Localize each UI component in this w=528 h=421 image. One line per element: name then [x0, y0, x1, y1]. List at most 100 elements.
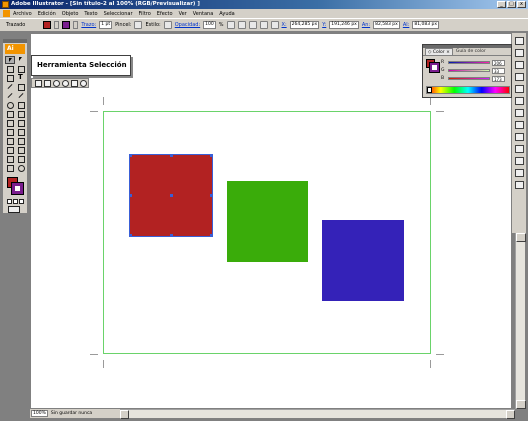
- gradient-mode-button[interactable]: [13, 199, 18, 204]
- fill-color-swatch[interactable]: [43, 21, 52, 29]
- x-input[interactable]: 264,285 px: [289, 21, 320, 29]
- color-spectrum[interactable]: [426, 86, 510, 94]
- menu-efecto[interactable]: Efecto: [157, 11, 173, 17]
- layers-panel-icon[interactable]: [514, 145, 524, 153]
- tools-panel-header[interactable]: [3, 39, 27, 43]
- pen-tool[interactable]: [5, 74, 15, 82]
- scale-tool[interactable]: [16, 101, 26, 109]
- selection-handle[interactable]: [129, 234, 132, 237]
- color-panel-icon[interactable]: [514, 37, 524, 45]
- live-paint-selection-tool[interactable]: [16, 146, 26, 154]
- selection-handle[interactable]: [129, 194, 132, 197]
- minimize-button[interactable]: _: [497, 1, 506, 8]
- green-value-input[interactable]: 33: [492, 67, 505, 74]
- fill-dropdown[interactable]: [54, 21, 60, 29]
- magic-wand-tool[interactable]: [5, 65, 15, 73]
- transparency-panel-icon[interactable]: [514, 121, 524, 129]
- slice-tool[interactable]: [16, 155, 26, 163]
- pathfinder-panel-icon[interactable]: [514, 181, 524, 189]
- blue-square[interactable]: [322, 220, 404, 301]
- selection-handle[interactable]: [170, 234, 173, 237]
- style-picker[interactable]: [163, 21, 172, 29]
- graphic-styles-panel-icon[interactable]: [514, 85, 524, 93]
- flare-tool-option[interactable]: [80, 79, 87, 87]
- menu-texto[interactable]: Texto: [84, 11, 97, 17]
- symbols-panel-icon[interactable]: [514, 73, 524, 81]
- document-menu-icon[interactable]: [3, 10, 10, 17]
- blend-tool[interactable]: [16, 137, 26, 145]
- stroke-swatch[interactable]: [11, 182, 24, 195]
- y-input[interactable]: 191,246 px: [329, 21, 359, 29]
- stroke-panel-icon[interactable]: [514, 97, 524, 105]
- rounded-rectangle-tool-option[interactable]: [44, 79, 51, 87]
- vertical-scrollbar[interactable]: [515, 233, 526, 409]
- polygon-tool-option[interactable]: [62, 79, 69, 87]
- blue-slider[interactable]: [448, 77, 490, 80]
- pencil-tool[interactable]: [16, 92, 26, 100]
- gradient-panel-icon[interactable]: [514, 109, 524, 117]
- selection-handle[interactable]: [129, 154, 132, 157]
- menu-objeto[interactable]: Objeto: [62, 11, 79, 17]
- line-tool[interactable]: [5, 83, 15, 91]
- swatches-panel-icon[interactable]: [514, 49, 524, 57]
- rectangle-tool[interactable]: [16, 83, 26, 91]
- y-label[interactable]: Y:: [322, 22, 326, 28]
- screen-mode-button[interactable]: [8, 206, 20, 213]
- stroke-dropdown[interactable]: [73, 21, 79, 29]
- selection-handle[interactable]: [210, 234, 213, 237]
- brushes-panel-icon[interactable]: [514, 61, 524, 69]
- color-mode-button[interactable]: [7, 199, 12, 204]
- scroll-down-arrow-icon[interactable]: [516, 400, 526, 409]
- opacity-label[interactable]: Opacidad:: [175, 22, 200, 28]
- x-label[interactable]: X:: [282, 22, 287, 28]
- red-slider[interactable]: [448, 61, 490, 64]
- menu-ayuda[interactable]: Ayuda: [219, 11, 234, 17]
- ellipse-tool-option[interactable]: [53, 79, 60, 87]
- eyedropper-tool[interactable]: [5, 137, 15, 145]
- live-paint-tool[interactable]: [5, 146, 15, 154]
- free-transform-tool[interactable]: [16, 110, 26, 118]
- tab-color[interactable]: ◇ Color ×: [425, 48, 453, 55]
- menu-ver[interactable]: Ver: [179, 11, 187, 17]
- width-input[interactable]: 82,583 px: [373, 21, 400, 29]
- direct-selection-tool[interactable]: [16, 56, 26, 64]
- menu-archivo[interactable]: Archivo: [13, 11, 32, 17]
- scroll-up-arrow-icon[interactable]: [516, 233, 526, 242]
- links-panel-icon[interactable]: [514, 157, 524, 165]
- type-tool[interactable]: [16, 73, 26, 82]
- blue-value-input[interactable]: 173: [492, 75, 505, 82]
- symbol-sprayer-tool[interactable]: [5, 119, 15, 127]
- opacity-input[interactable]: 100: [203, 21, 216, 29]
- align-panel-icon[interactable]: [514, 169, 524, 177]
- height-input[interactable]: 81,083 px: [412, 21, 440, 29]
- stroke-weight-label[interactable]: Trazo:: [81, 22, 96, 28]
- rectangle-tool-option[interactable]: [35, 79, 42, 87]
- zoom-level-field[interactable]: 100%: [31, 410, 48, 417]
- zoom-tool[interactable]: [16, 164, 26, 172]
- height-label[interactable]: Al:: [403, 22, 410, 28]
- none-color-icon[interactable]: [427, 87, 432, 93]
- panel-stroke-swatch[interactable]: [429, 62, 440, 73]
- scroll-right-arrow-icon[interactable]: [506, 410, 515, 419]
- star-tool-option[interactable]: [71, 79, 78, 87]
- warp-tool[interactable]: [5, 110, 15, 118]
- rotate-tool[interactable]: [5, 101, 15, 109]
- red-value-input[interactable]: 206: [492, 59, 505, 66]
- selection-handle[interactable]: [170, 154, 173, 157]
- maximize-button[interactable]: □: [507, 1, 516, 8]
- transform-icon[interactable]: [248, 21, 257, 29]
- menu-edicion[interactable]: Edición: [38, 11, 56, 17]
- close-button[interactable]: x: [517, 1, 526, 8]
- selection-handle[interactable]: [210, 194, 213, 197]
- green-slider[interactable]: [448, 69, 490, 72]
- menu-ventana[interactable]: Ventana: [193, 11, 214, 17]
- reference-point-icon[interactable]: [270, 21, 279, 29]
- hand-tool[interactable]: [5, 164, 15, 172]
- selection-tool[interactable]: [5, 56, 15, 64]
- mesh-tool[interactable]: [5, 128, 15, 136]
- column-graph-tool[interactable]: [16, 119, 26, 127]
- menu-filtro[interactable]: Filtro: [139, 11, 151, 17]
- green-square[interactable]: [227, 181, 308, 262]
- selection-center-point[interactable]: [170, 194, 173, 197]
- width-label[interactable]: An:: [362, 22, 370, 28]
